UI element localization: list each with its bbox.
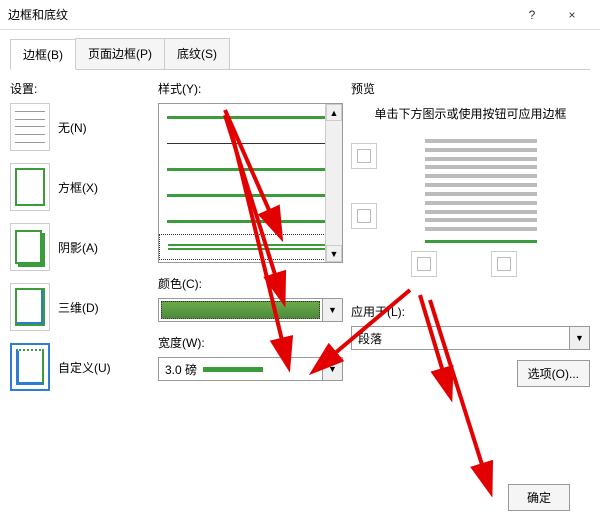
edge-right-button[interactable] (491, 251, 517, 277)
options-button[interactable]: 选项(O)... (517, 360, 590, 387)
width-value: 3.0 磅 (159, 358, 322, 380)
tab-shading[interactable]: 底纹(S) (164, 38, 230, 69)
style-listbox[interactable]: ▲ ▼ (158, 103, 343, 263)
preview-hint: 单击下方图示或使用按钮可应用边框 (351, 105, 590, 123)
box-icon (10, 163, 50, 211)
width-label: 宽度(W): (158, 334, 343, 351)
color-combo[interactable]: ▼ (158, 298, 343, 322)
edge-top-button[interactable] (351, 143, 377, 169)
edge-bottom-button[interactable] (351, 203, 377, 229)
scroll-down-icon[interactable]: ▼ (326, 245, 342, 262)
settings-label: 设置: (10, 80, 150, 97)
window-title: 边框和底纹 (8, 6, 512, 23)
edge-left-button[interactable] (411, 251, 437, 277)
close-button[interactable]: × (552, 0, 592, 30)
ok-button[interactable]: 确定 (508, 484, 570, 511)
tab-strip: 边框(B) 页面边框(P) 底纹(S) (10, 38, 590, 70)
setting-none[interactable]: 无(N) (10, 103, 150, 151)
chevron-down-icon[interactable]: ▼ (322, 299, 342, 321)
none-icon (10, 103, 50, 151)
style-scrollbar[interactable]: ▲ ▼ (325, 104, 342, 262)
tab-border[interactable]: 边框(B) (10, 39, 76, 70)
help-button[interactable]: ? (512, 0, 552, 30)
chevron-down-icon[interactable]: ▼ (322, 358, 342, 380)
shadow-icon (10, 223, 50, 271)
preview-label: 预览 (351, 80, 590, 97)
color-label: 颜色(C): (158, 275, 343, 292)
chevron-down-icon[interactable]: ▼ (569, 327, 589, 349)
setting-box[interactable]: 方框(X) (10, 163, 150, 211)
apply-value: 段落 (352, 327, 569, 349)
apply-label: 应用于(L): (351, 303, 590, 320)
preview-applied-border (425, 240, 537, 243)
setting-3d[interactable]: 三维(D) (10, 283, 150, 331)
width-combo[interactable]: 3.0 磅 ▼ (158, 357, 343, 381)
scroll-up-icon[interactable]: ▲ (326, 104, 342, 121)
style-label: 样式(Y): (158, 80, 343, 97)
tab-page-border[interactable]: 页面边框(P) (75, 38, 165, 69)
titlebar: 边框和底纹 ? × (0, 0, 600, 30)
preview-diagram (351, 133, 590, 243)
setting-custom[interactable]: 自定义(U) (10, 343, 150, 391)
preview-page[interactable] (421, 133, 541, 243)
color-swatch (161, 301, 320, 319)
apply-combo[interactable]: 段落 ▼ (351, 326, 590, 350)
custom-icon (10, 343, 50, 391)
threeD-icon (10, 283, 50, 331)
setting-shadow[interactable]: 阴影(A) (10, 223, 150, 271)
